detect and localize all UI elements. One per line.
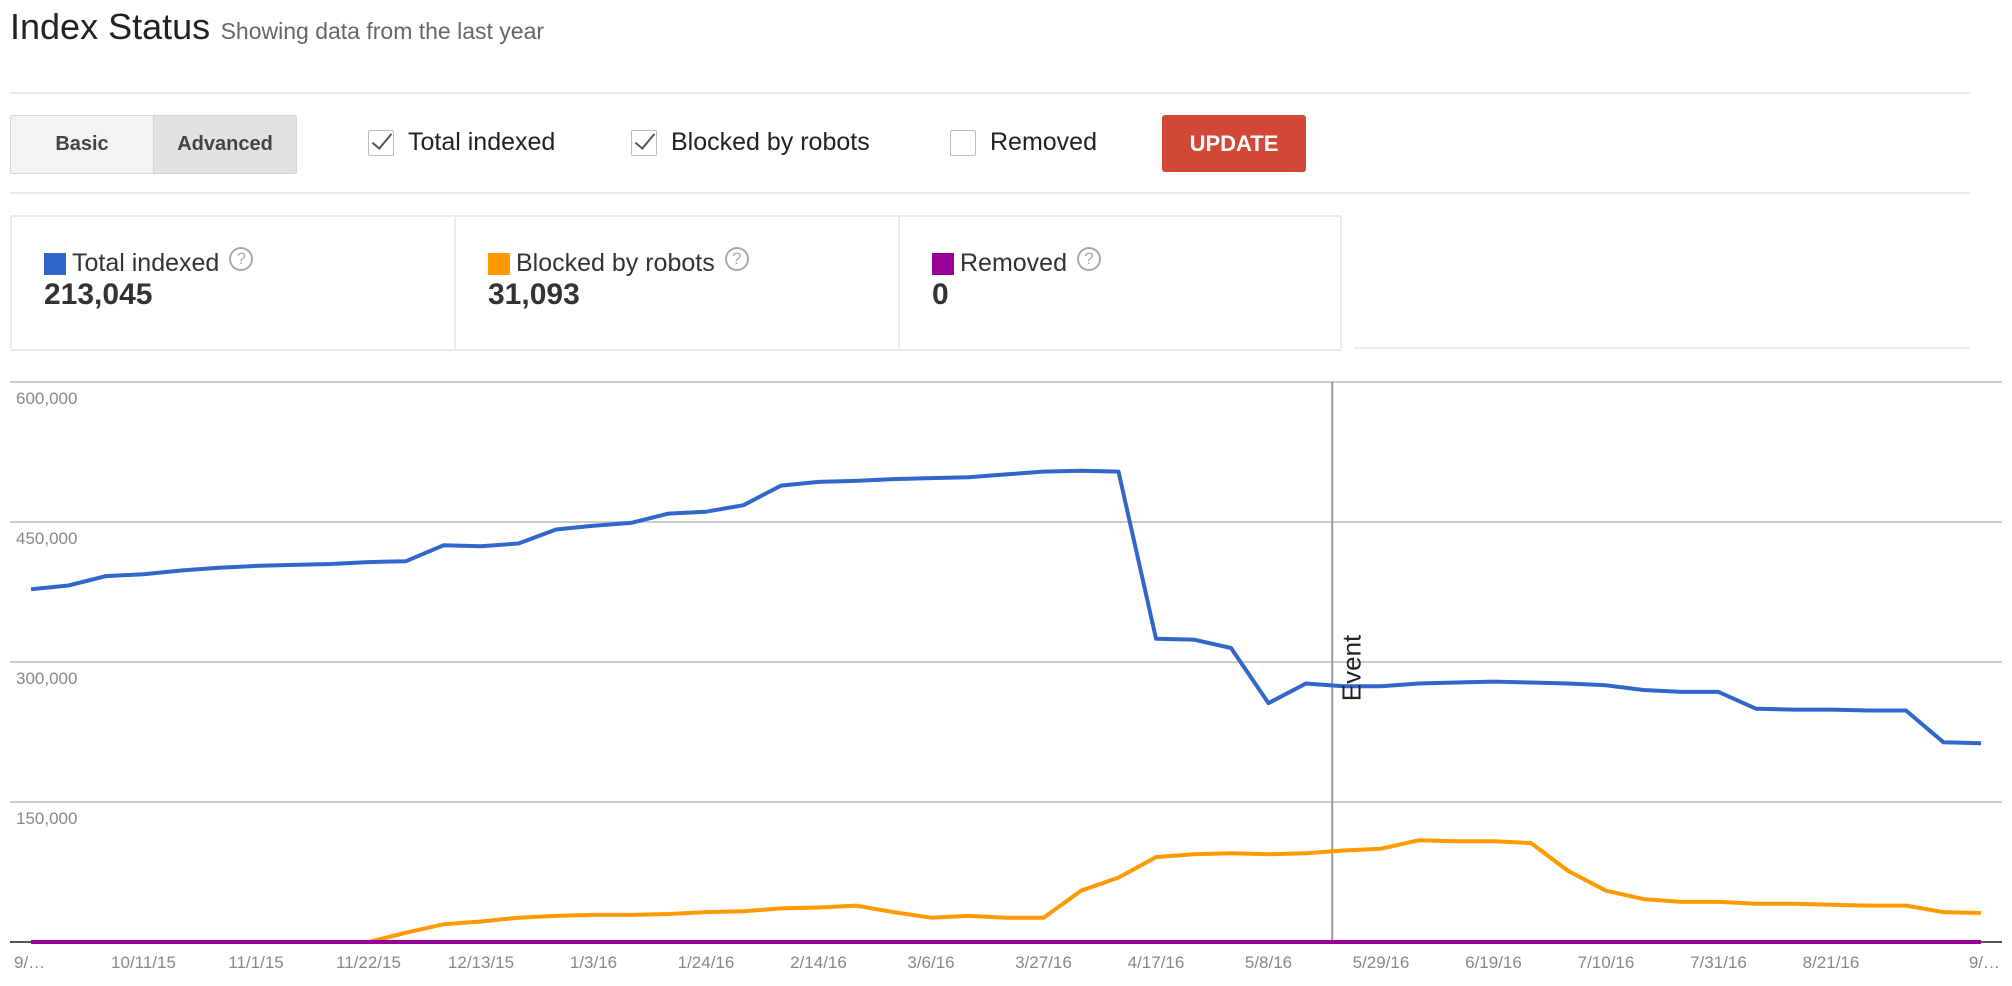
series-line-blocked-by-robots	[31, 838, 1982, 944]
stat-value: 213,045	[44, 278, 153, 311]
blocked-by-robots-checkbox[interactable]: Blocked by robots	[631, 128, 870, 157]
x-tick-label: 3/6/16	[907, 953, 954, 972]
x-tick-label: 1/3/16	[570, 953, 617, 972]
x-tick-label: 10/11/15	[111, 953, 176, 972]
divider	[10, 192, 1970, 194]
x-tick-label: 9/…	[14, 953, 45, 972]
divider	[10, 92, 1970, 94]
checkbox-label: Blocked by robots	[671, 128, 870, 156]
stat-label: Removed	[960, 249, 1067, 277]
advanced-tab[interactable]: Advanced	[153, 116, 296, 173]
series-line-total-indexed	[30, 468, 1982, 746]
x-tick-label: 11/1/15	[228, 953, 283, 972]
help-icon[interactable]: ?	[229, 246, 254, 271]
stat-label: Blocked by robots	[516, 249, 715, 277]
view-toggle: Basic Advanced	[10, 115, 297, 174]
x-tick-label: 4/17/16	[1128, 953, 1185, 972]
x-tick-label: 8/21/16	[1803, 953, 1860, 972]
removed-swatch	[932, 252, 954, 275]
page-subtitle: Showing data from the last year	[220, 18, 545, 44]
checkbox-unchecked-icon[interactable]	[950, 129, 976, 156]
stat-value: 0	[932, 278, 949, 311]
stat-total-indexed: Total indexed? 213,045	[10, 217, 454, 349]
stats-summary: Total indexed? 213,045 Blocked by robots…	[10, 215, 1342, 351]
x-tick-label: 1/24/16	[678, 953, 735, 972]
x-tick-label: 7/10/16	[1578, 953, 1635, 972]
y-tick-label: 450,000	[16, 529, 77, 548]
page-title: Index Status	[10, 6, 211, 47]
index-status-chart: 150,000 300,000 450,000 600,000 9/… 10/11/15 1…	[10, 381, 2002, 972]
stat-removed: Removed? 0	[898, 217, 1342, 349]
removed-checkbox[interactable]: Removed	[950, 128, 1097, 157]
stat-blocked-by-robots: Blocked by robots? 31,093	[454, 217, 898, 349]
divider	[1354, 347, 1970, 349]
checkbox-checked-icon[interactable]	[368, 129, 394, 156]
x-tick-label: 5/29/16	[1353, 953, 1410, 972]
stat-value: 31,093	[488, 278, 580, 311]
help-icon[interactable]: ?	[1077, 246, 1101, 271]
y-tick-label: 600,000	[16, 389, 77, 408]
y-tick-label: 150,000	[16, 809, 77, 828]
update-button[interactable]: UPDATE	[1162, 115, 1306, 172]
x-tick-label: 2/14/16	[790, 953, 847, 972]
blocked-swatch	[488, 252, 510, 275]
basic-tab[interactable]: Basic	[11, 116, 153, 173]
y-tick-label: 300,000	[16, 669, 77, 688]
checkbox-label: Removed	[990, 128, 1097, 156]
stat-label: Total indexed	[72, 249, 220, 277]
x-tick-label: 11/22/15	[336, 953, 401, 972]
help-icon[interactable]: ?	[724, 246, 749, 271]
page-header: Index Status Showing data from the last …	[10, 6, 544, 48]
x-tick-label: 7/31/16	[1690, 953, 1747, 972]
x-tick-label: 6/19/16	[1465, 953, 1522, 972]
total-indexed-checkbox[interactable]: Total indexed	[368, 128, 555, 157]
checkbox-checked-icon[interactable]	[631, 129, 657, 156]
x-tick-label: 12/13/15	[448, 953, 514, 972]
checkbox-label: Total indexed	[408, 128, 556, 156]
x-tick-label: 9/…	[1969, 953, 2000, 972]
event-annotation-label: Event	[1336, 634, 1366, 701]
x-tick-label: 5/8/16	[1245, 953, 1292, 972]
total-indexed-swatch	[44, 252, 66, 275]
x-tick-label: 3/27/16	[1015, 953, 1072, 972]
